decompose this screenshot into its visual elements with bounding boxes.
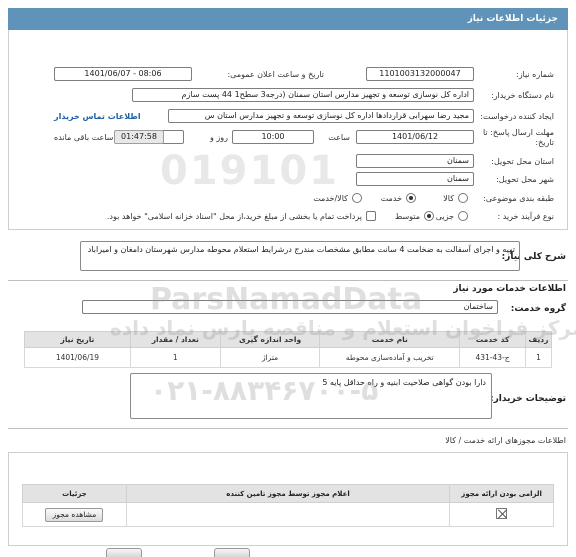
buyer-contact-link[interactable]: اطلاعات تماس خریدار [54,112,141,121]
process-option-minor: جزیی [435,212,454,221]
permits-title: اطلاعات مجوزهای ارائه خدمت / کالا [445,436,566,445]
buyer-notes-field: دارا بودن گواهی صلاحیت ابنیه و راه حداقل… [130,373,492,419]
permits-table: الزامی بودن ارائه مجوز اعلام مجوز توسط م… [22,484,554,527]
service-group-field: ساختمان [82,300,498,314]
page-title: جزئیات اطلاعات نیاز [8,8,568,30]
treasury-payment-checkbox[interactable] [366,211,376,221]
services-title: اطلاعات خدمات مورد نیاز [453,284,566,294]
need-summary-field: تهیه و اجرای آسفالت به ضخامت 4 سانت مطاب… [80,241,520,271]
category-option-goods-service: کالا/خدمت [313,194,348,203]
table-row: 1 ج-43-431 تخریب و آماده‌سازی محوطه مترا… [24,347,552,368]
view-permit-button[interactable]: مشاهده مجوز [45,507,104,522]
cell-service-code: ج-43-431 [459,347,527,368]
city-field: سمنان [356,172,474,186]
process-option-medium: متوسط [394,212,420,221]
category-option-service: خدمت [380,194,402,203]
need-number-label: شماره نیاز: [516,70,554,79]
permits-table-header: الزامی بودن ارائه مجوز اعلام مجوز توسط م… [22,484,554,503]
col-quantity: تعداد / مقدار [129,331,221,348]
deadline-date-field: 1401/06/12 [356,130,474,144]
not-required-x-icon [496,508,508,519]
col-permit-announced: اعلام مجوز توسط مجوز تامین کننده [125,484,451,503]
bottom-button-left[interactable] [106,548,142,557]
table-row: مشاهده مجوز [22,502,554,527]
process-type-label: نوع فرآیند خرید : [497,212,554,221]
creator-field: مجید رضا سهرابی قراردادها اداره کل نوساز… [168,109,474,123]
cell-service-name: تخریب و آماده‌سازی محوطه [319,347,461,368]
announce-date-label: تاریخ و ساعت اعلان عمومی: [227,70,324,79]
process-radio-medium[interactable] [424,211,434,221]
process-radio-minor[interactable] [458,211,468,221]
need-number-field: 1101003132000047 [366,67,474,81]
deadline-label: مهلت ارسال پاسخ: تا [482,128,554,137]
col-permit-required: الزامی بودن ارائه مجوز [449,484,554,503]
cell-permit-required [449,502,554,527]
category-radio-goods[interactable] [458,193,468,203]
title-bar: جزئیات اطلاعات نیاز [0,0,576,30]
section-divider [8,280,568,281]
cell-unit: متراژ [219,347,321,368]
service-group-label: گروه خدمت: [510,304,566,314]
cell-quantity: 1 [129,347,221,368]
buyer-field: اداره کل نوسازی توسعه و تجهیز مدارس استا… [132,88,474,102]
deadline-time-field: 10:00 [232,130,314,144]
province-label: استان محل تحویل: [491,157,554,166]
buyer-label: نام دستگاه خریدار: [491,91,554,100]
days-label: روز و [210,133,228,142]
col-unit: واحد اندازه گیری [219,331,321,348]
announce-date-field: 1401/06/07 - 08:06 [54,67,192,81]
creator-label: ایجاد کننده درخواست: [480,112,554,121]
deadline-date-sublabel: تاریخ: [535,138,554,147]
col-row: ردیف [525,331,552,348]
province-field: سمنان [356,154,474,168]
treasury-payment-note: پرداخت تمام یا بخشی از مبلغ خرید،از محل … [106,212,362,221]
remaining-time-label: ساعت باقی مانده [54,133,114,142]
city-label: شهر محل تحویل: [496,175,554,184]
cell-permit-announced [125,502,451,527]
buyer-notes-label: توضیحات خریدار: [490,394,566,404]
category-radio-service[interactable] [406,193,416,203]
cell-row: 1 [525,347,552,368]
category-radio-goods-service[interactable] [352,193,362,203]
col-service-code: کد خدمت [459,331,527,348]
services-table: ردیف کد خدمت نام خدمت واحد اندازه گیری ت… [24,331,552,368]
category-option-goods: کالا [443,194,454,203]
cell-need-date: 1401/06/19 [24,347,131,368]
section-divider [8,428,568,429]
col-permit-details: جزئیات [22,484,127,503]
cell-permit-details: مشاهده مجوز [22,502,127,527]
remaining-time-field: 01:47:58 [114,130,164,144]
col-need-date: تاریخ نیاز [24,331,131,348]
deadline-time-label: ساعت [328,133,350,142]
services-table-header: ردیف کد خدمت نام خدمت واحد اندازه گیری ت… [24,331,552,348]
col-service-name: نام خدمت [319,331,461,348]
bottom-button-right[interactable] [214,548,250,557]
category-label: طبقه بندی موضوعی: [483,194,554,203]
